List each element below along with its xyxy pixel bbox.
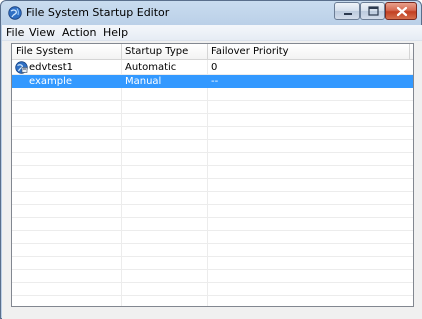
column-divider[interactable]	[121, 44, 122, 60]
minimize-icon	[344, 13, 352, 15]
column-header-failover-priority[interactable]: Failover Priority	[211, 46, 289, 57]
column-divider[interactable]	[409, 44, 410, 60]
close-icon	[396, 6, 408, 17]
menu-bar: File View Action Help	[2, 25, 422, 41]
column-divider[interactable]	[207, 44, 208, 60]
grid-line	[12, 178, 413, 179]
maximize-icon	[368, 6, 379, 16]
menu-action[interactable]: Action	[60, 26, 98, 39]
title-bar[interactable]: File System Startup Editor	[1, 1, 421, 25]
column-header-startup-type[interactable]: Startup Type	[125, 46, 188, 57]
menu-view[interactable]: View	[27, 26, 57, 39]
status-bar	[11, 311, 414, 317]
failover-priority-value: --	[211, 76, 219, 87]
menu-file[interactable]: File	[4, 26, 26, 39]
grid-line	[12, 191, 413, 192]
file-system-list[interactable]: File System Startup Type Failover Priori…	[11, 43, 414, 307]
minimize-button[interactable]	[334, 2, 360, 20]
startup-type-value: Manual	[125, 76, 162, 87]
table-row-selected[interactable]: example Manual --	[12, 75, 413, 88]
close-button[interactable]	[385, 2, 417, 20]
grid-line	[12, 113, 413, 114]
maximize-button[interactable]	[360, 2, 385, 20]
grid-line	[12, 126, 413, 127]
failover-priority-value: 0	[211, 62, 218, 73]
app-globe-icon	[8, 6, 22, 20]
grid-line	[12, 269, 413, 270]
window-title: File System Startup Editor	[26, 6, 170, 19]
startup-type-value: Automatic	[125, 62, 177, 73]
menu-help[interactable]: Help	[101, 26, 130, 39]
list-header: File System Startup Type Failover Priori…	[12, 44, 413, 60]
file-system-name: example	[29, 76, 73, 87]
grid-line	[12, 295, 413, 296]
grid-line	[12, 230, 413, 231]
grid-line	[12, 256, 413, 257]
grid-line	[12, 217, 413, 218]
grid-line	[12, 139, 413, 140]
file-system-name: edvtest1	[29, 62, 73, 73]
grid-line	[12, 100, 413, 101]
client-area: File System Startup Type Failover Priori…	[2, 41, 422, 319]
grid-line	[12, 282, 413, 283]
table-row[interactable]: edvtest1 Automatic 0	[12, 61, 413, 74]
app-window: File System Startup Editor File View Act…	[0, 0, 422, 319]
grid-line	[12, 165, 413, 166]
server-node-icon	[15, 61, 28, 74]
grid-line	[12, 204, 413, 205]
grid-line	[12, 243, 413, 244]
column-header-file-system[interactable]: File System	[16, 46, 73, 57]
grid-line	[12, 152, 413, 153]
